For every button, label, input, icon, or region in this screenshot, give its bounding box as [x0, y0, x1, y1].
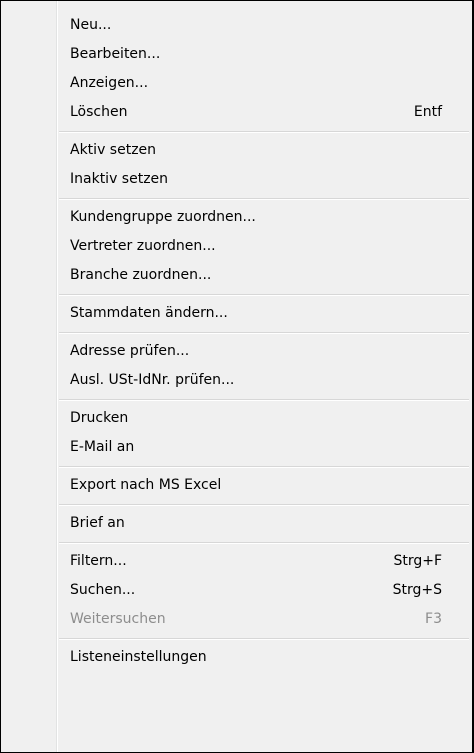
menu-item-label: Brief an [70, 515, 125, 531]
menu-item-stammdaten-aendern[interactable]: Stammdaten ändern... [1, 299, 472, 328]
menu-item-aktiv-setzen[interactable]: Aktiv setzen [1, 136, 472, 165]
menu-item-shortcut: F3 [425, 611, 442, 627]
context-menu: Neu... Bearbeiten... Anzeigen... Löschen… [0, 0, 474, 753]
menu-item-suchen[interactable]: Suchen... Strg+S [1, 576, 472, 605]
menu-item-label: Adresse prüfen... [70, 343, 190, 359]
menu-item-loeschen[interactable]: Löschen Entf [1, 98, 472, 127]
menu-item-label: Suchen... [70, 582, 136, 598]
menu-item-label: Aktiv setzen [70, 142, 157, 158]
menu-item-label: Löschen [70, 104, 128, 120]
menu-item-label: Stammdaten ändern... [70, 305, 228, 321]
menu-separator [1, 500, 472, 509]
menu-separator [1, 194, 472, 203]
menu-item-weitersuchen: Weitersuchen F3 [1, 605, 472, 634]
menu-item-anzeigen[interactable]: Anzeigen... [1, 69, 472, 98]
menu-item-vertreter-zuordnen[interactable]: Vertreter zuordnen... [1, 232, 472, 261]
menu-item-filtern[interactable]: Filtern... Strg+F [1, 547, 472, 576]
menu-separator [1, 127, 472, 136]
menu-item-bearbeiten[interactable]: Bearbeiten... [1, 40, 472, 69]
menu-item-brief-an[interactable]: Brief an [1, 509, 472, 538]
menu-item-label: Anzeigen... [70, 75, 149, 91]
menu-items: Neu... Bearbeiten... Anzeigen... Löschen… [1, 11, 472, 672]
menu-separator [1, 634, 472, 643]
menu-item-label: Filtern... [70, 553, 127, 569]
menu-item-label: Neu... [70, 17, 112, 33]
menu-item-export-excel[interactable]: Export nach MS Excel [1, 471, 472, 500]
menu-item-label: Kundengruppe zuordnen... [70, 209, 256, 225]
menu-item-label: E-Mail an [70, 439, 135, 455]
menu-item-label: Export nach MS Excel [70, 477, 222, 493]
menu-item-label: Inaktiv setzen [70, 171, 169, 187]
menu-item-kundengruppe-zuordnen[interactable]: Kundengruppe zuordnen... [1, 203, 472, 232]
menu-item-shortcut: Entf [413, 104, 442, 120]
menu-item-ust-idnr-pruefen[interactable]: Ausl. USt-IdNr. prüfen... [1, 366, 472, 395]
menu-item-listeneinstellungen[interactable]: Listeneinstellungen [1, 643, 472, 672]
menu-separator [1, 462, 472, 471]
menu-separator [1, 290, 472, 299]
menu-item-neu[interactable]: Neu... [1, 11, 472, 40]
menu-separator [1, 328, 472, 337]
menu-item-label: Bearbeiten... [70, 46, 161, 62]
menu-item-label: Ausl. USt-IdNr. prüfen... [70, 372, 235, 388]
menu-item-label: Vertreter zuordnen... [70, 238, 216, 254]
menu-item-label: Weitersuchen [70, 611, 166, 627]
menu-item-drucken[interactable]: Drucken [1, 404, 472, 433]
menu-item-adresse-pruefen[interactable]: Adresse prüfen... [1, 337, 472, 366]
menu-item-email-an[interactable]: E-Mail an [1, 433, 472, 462]
menu-item-label: Listeneinstellungen [70, 649, 207, 665]
menu-separator [1, 395, 472, 404]
menu-item-label: Drucken [70, 410, 129, 426]
menu-item-inaktiv-setzen[interactable]: Inaktiv setzen [1, 165, 472, 194]
menu-separator [1, 538, 472, 547]
menu-item-label: Branche zuordnen... [70, 267, 212, 283]
menu-item-shortcut: Strg+S [392, 582, 442, 598]
menu-item-branche-zuordnen[interactable]: Branche zuordnen... [1, 261, 472, 290]
menu-item-shortcut: Strg+F [393, 553, 442, 569]
